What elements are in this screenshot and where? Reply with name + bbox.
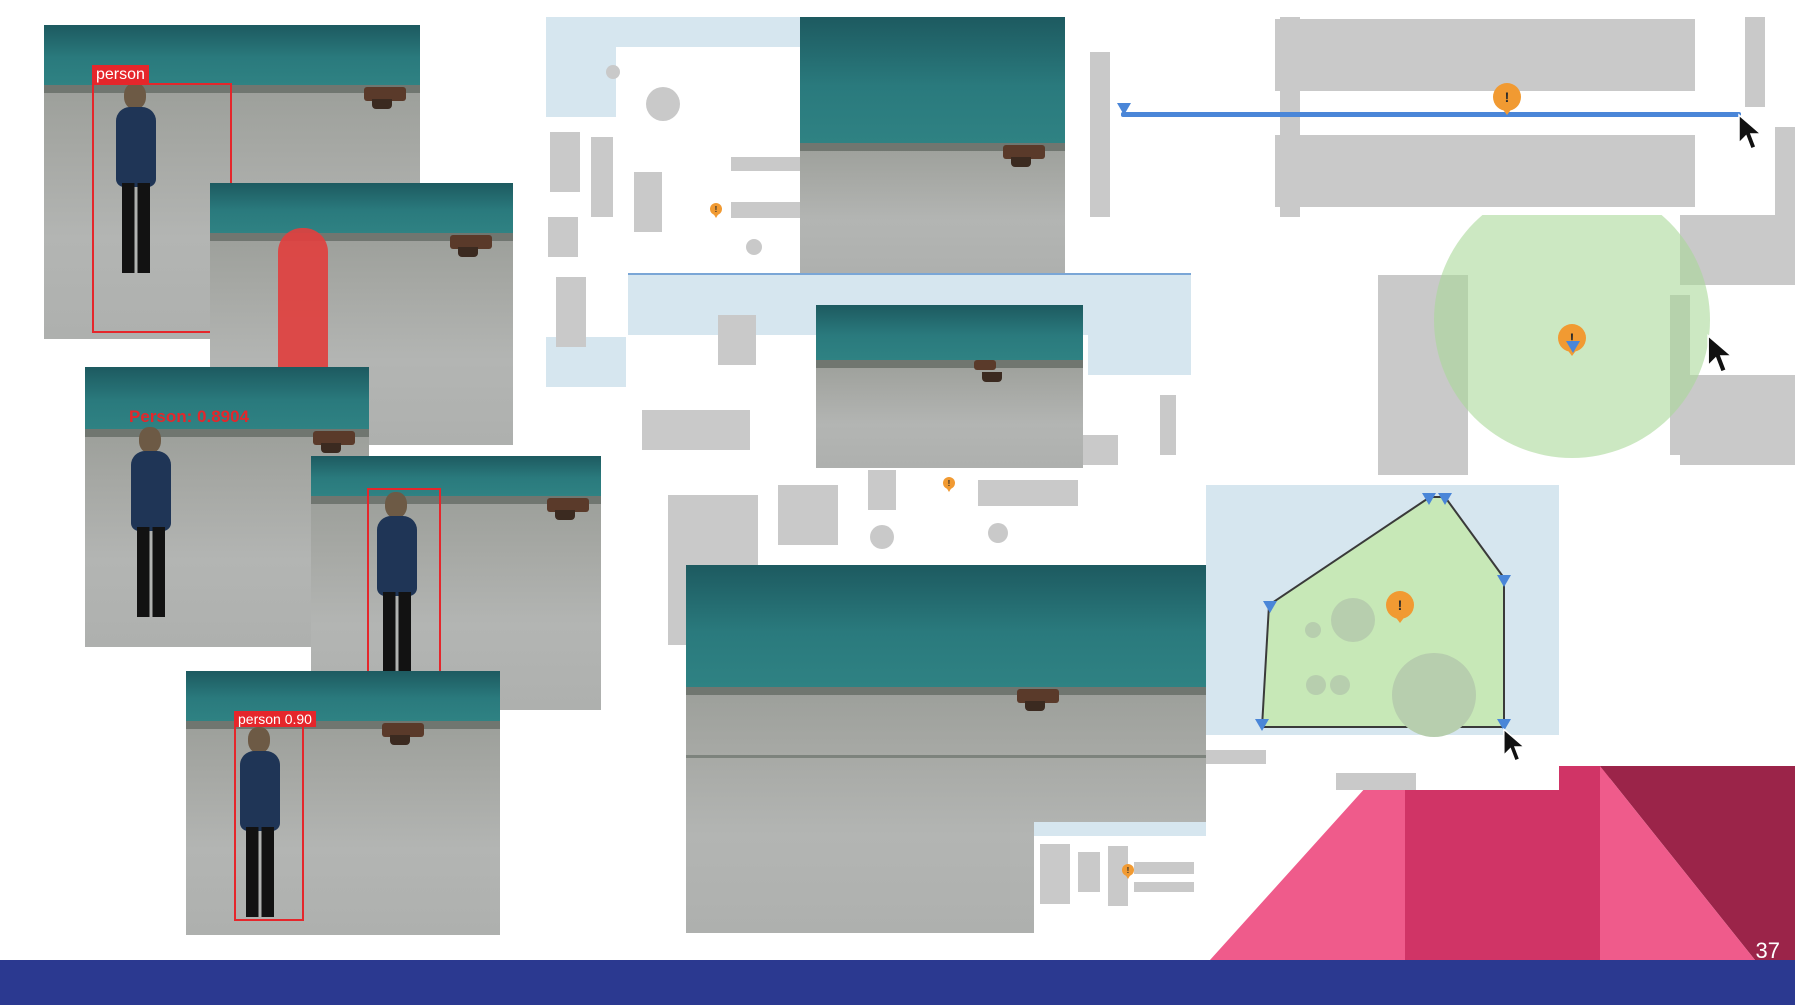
vertex-marker-icon[interactable] [1255, 719, 1269, 731]
drone-photo-2 [816, 305, 1083, 468]
line-geofence-map: ! [1085, 17, 1795, 217]
vertex-marker-icon[interactable] [1117, 103, 1131, 115]
circle-geofence-map: ! [1370, 215, 1795, 485]
footer-bar [0, 960, 1795, 1005]
page-number: 37 [1755, 938, 1780, 963]
mouse-cursor-icon [1503, 727, 1527, 762]
detection-label: person 0.90 [234, 711, 316, 727]
decorative-shapes [1210, 766, 1795, 960]
map-inset: ! [1034, 822, 1206, 933]
detection-label: person [92, 65, 149, 85]
vertex-marker-icon[interactable] [1438, 493, 1452, 505]
detection-photo-4: person 0.90 [186, 671, 500, 935]
mouse-cursor-icon [1707, 333, 1734, 374]
drone-photo-3: ! [686, 565, 1206, 933]
vertex-marker-icon[interactable] [1497, 575, 1511, 587]
bounding-box [234, 725, 304, 921]
geofence-line[interactable] [1121, 112, 1741, 117]
vertex-marker-icon[interactable] [1263, 601, 1277, 613]
drone-photo-1 [800, 17, 1065, 273]
polygon-geofence-map: ! [1206, 485, 1559, 790]
detection-score-text: Person: 0.8904 [129, 407, 250, 426]
vertex-marker-icon[interactable] [1566, 341, 1580, 353]
mouse-cursor-icon [1738, 113, 1764, 150]
vertex-marker-icon[interactable] [1422, 493, 1436, 505]
